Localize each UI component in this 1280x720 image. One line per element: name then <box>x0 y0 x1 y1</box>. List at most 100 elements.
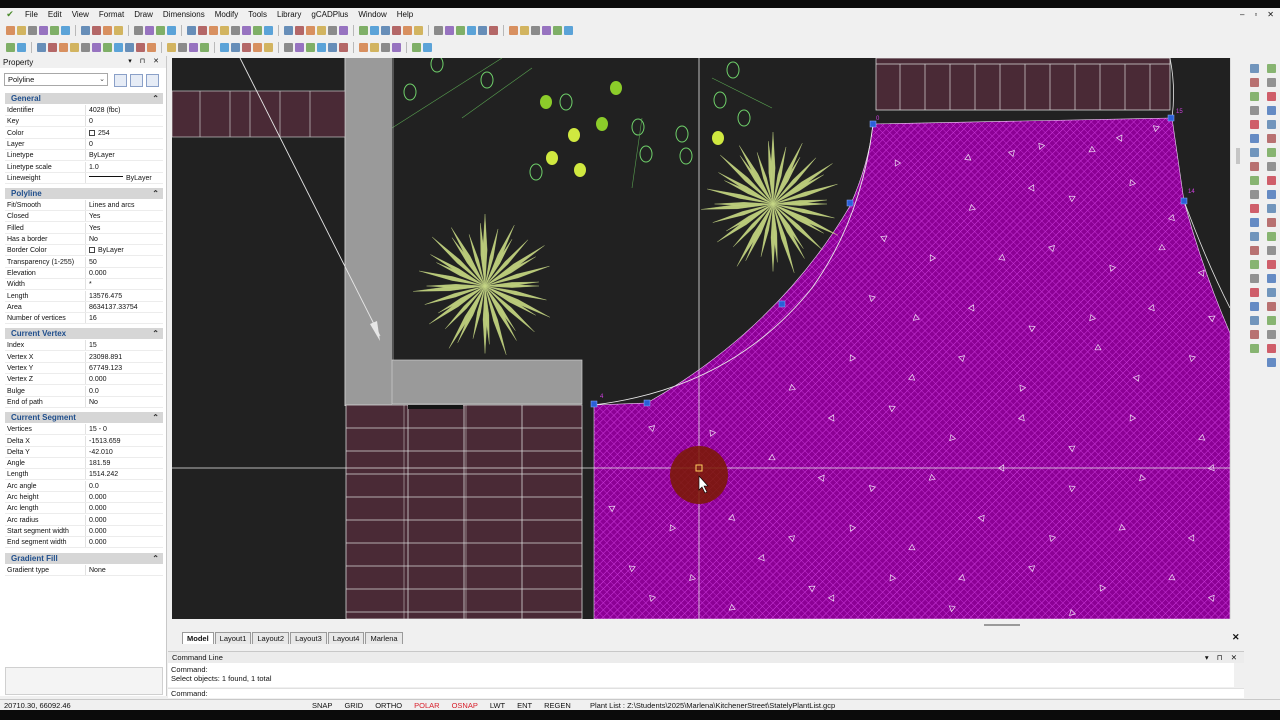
menu-file[interactable]: File <box>20 8 43 21</box>
menu-format[interactable]: Format <box>94 8 129 21</box>
modify-tool-icon[interactable] <box>1267 162 1276 171</box>
draw-tool-icon[interactable] <box>200 42 209 52</box>
close-button[interactable]: ✕ <box>1267 8 1274 21</box>
minimize-button[interactable]: – <box>1240 8 1244 21</box>
tab-layout1[interactable]: Layout1 <box>214 632 252 644</box>
selected-polyline-hatch[interactable] <box>593 117 1230 619</box>
property-section-header[interactable]: Current Vertex ⌃ <box>5 328 163 340</box>
property-row[interactable]: Index 15 <box>5 340 163 352</box>
standard-tool-icon[interactable] <box>531 25 540 35</box>
standard-tool-icon[interactable] <box>489 25 498 35</box>
standard-tool-icon[interactable] <box>445 25 454 35</box>
property-row[interactable]: Arc angle 0.0 <box>5 480 163 492</box>
modify-tool-icon[interactable] <box>1267 344 1276 353</box>
property-row[interactable]: Width * <box>5 279 163 291</box>
menu-dimensions[interactable]: Dimensions <box>158 8 210 21</box>
property-value[interactable]: 0.0 <box>85 385 163 396</box>
property-row[interactable]: End of path No <box>5 396 163 408</box>
property-value[interactable]: -1513.659 <box>85 435 163 446</box>
draw-tool-icon[interactable] <box>317 42 326 52</box>
property-row[interactable]: Start segment width 0.000 <box>5 525 163 537</box>
property-value[interactable]: ByLayer <box>85 245 163 256</box>
property-value[interactable]: 0.000 <box>85 537 163 548</box>
property-row[interactable]: Linetype scale 1.0 <box>5 161 163 173</box>
property-value[interactable]: 1.0 <box>85 161 163 172</box>
standard-tool-icon[interactable] <box>198 25 207 35</box>
draw-tool-icon[interactable] <box>392 42 401 52</box>
menu-library[interactable]: Library <box>272 8 306 21</box>
modify-tool-icon[interactable] <box>1250 274 1259 283</box>
property-row[interactable]: Identifier 4028 (fbc) <box>5 105 163 116</box>
modify-tool-icon[interactable] <box>1267 316 1276 325</box>
property-value[interactable]: 0.000 <box>85 374 163 385</box>
tab-model[interactable]: Model <box>182 632 214 644</box>
modify-tool-icon[interactable] <box>1250 148 1259 157</box>
standard-tool-icon[interactable] <box>564 25 573 35</box>
property-row[interactable]: Vertex Z 0.000 <box>5 374 163 386</box>
property-value[interactable]: Yes <box>85 222 163 233</box>
draw-tool-icon[interactable] <box>264 42 273 52</box>
property-value[interactable]: 0.000 <box>85 492 163 502</box>
property-section-header[interactable]: Current Segment ⌃ <box>5 412 163 424</box>
property-row[interactable]: Arc height 0.000 <box>5 492 163 503</box>
modify-tool-icon[interactable] <box>1267 134 1276 143</box>
close-tab-icon[interactable]: ✕ <box>1232 632 1240 643</box>
draw-tool-icon[interactable] <box>412 42 421 52</box>
standard-tool-icon[interactable] <box>306 25 315 35</box>
standard-tool-icon[interactable] <box>39 25 48 35</box>
collapse-icon[interactable]: ⌃ <box>152 412 159 423</box>
modify-tool-icon[interactable] <box>1267 78 1276 87</box>
modify-tool-icon[interactable] <box>1250 232 1259 241</box>
standard-tool-icon[interactable] <box>114 25 123 35</box>
app-logo-icon[interactable]: ✔ <box>0 9 20 20</box>
property-value[interactable]: -42.010 <box>85 446 163 457</box>
property-row[interactable]: Angle 181.59 <box>5 458 163 470</box>
property-row[interactable]: Arc radius 0.000 <box>5 514 163 526</box>
draw-tool-icon[interactable] <box>147 42 156 52</box>
property-value[interactable]: Lines and arcs <box>85 200 163 211</box>
standard-tool-icon[interactable] <box>370 25 379 35</box>
modify-tool-icon[interactable] <box>1267 64 1276 73</box>
modify-tool-icon[interactable] <box>1267 190 1276 199</box>
menu-window[interactable]: Window <box>353 8 391 21</box>
standard-tool-icon[interactable] <box>414 25 423 35</box>
modify-tool-icon[interactable] <box>1250 218 1259 227</box>
standard-tool-icon[interactable] <box>134 25 143 35</box>
modify-tool-icon[interactable] <box>1267 288 1276 297</box>
standard-tool-icon[interactable] <box>359 25 368 35</box>
property-row[interactable]: Vertex X 23098.891 <box>5 351 163 363</box>
property-value[interactable]: 1514.242 <box>85 469 163 480</box>
standard-tool-icon[interactable] <box>542 25 551 35</box>
draw-tool-icon[interactable] <box>328 42 337 52</box>
property-row[interactable]: Color 254 <box>5 127 163 139</box>
draw-tool-icon[interactable] <box>136 42 145 52</box>
property-section-header[interactable]: General ⌃ <box>5 93 163 104</box>
property-row[interactable]: Vertex Y 67749.123 <box>5 363 163 374</box>
property-value[interactable]: No <box>85 234 163 244</box>
command-input[interactable]: Command: <box>168 688 1244 698</box>
draw-tool-icon[interactable] <box>295 42 304 52</box>
property-row[interactable]: Border Color ByLayer <box>5 245 163 257</box>
modify-tool-icon[interactable] <box>1250 288 1259 297</box>
draw-tool-icon[interactable] <box>423 42 432 52</box>
property-row[interactable]: Gradient type None <box>5 564 163 576</box>
quick-select-icon[interactable] <box>114 74 127 87</box>
panel-controls[interactable]: ▾ ⊓ ✕ <box>128 57 162 65</box>
property-row[interactable]: Length 1514.242 <box>5 469 163 481</box>
menu-draw[interactable]: Draw <box>129 8 158 21</box>
modify-tool-icon[interactable] <box>1267 92 1276 101</box>
horizontal-scrollbar[interactable] <box>172 619 1244 630</box>
property-value[interactable]: ByLayer <box>85 172 163 183</box>
tab-layout4[interactable]: Layout4 <box>327 632 365 644</box>
property-row[interactable]: Lineweight ByLayer <box>5 172 163 184</box>
property-value[interactable]: * <box>85 279 163 290</box>
property-row[interactable]: Elevation 0.000 <box>5 267 163 279</box>
draw-tool-icon[interactable] <box>37 42 46 52</box>
property-value[interactable]: 0.0 <box>85 480 163 491</box>
modify-tool-icon[interactable] <box>1267 176 1276 185</box>
standard-tool-icon[interactable] <box>187 25 196 35</box>
standard-tool-icon[interactable] <box>28 25 37 35</box>
menu-tools[interactable]: Tools <box>243 8 272 21</box>
standard-tool-icon[interactable] <box>403 25 412 35</box>
draw-tool-icon[interactable] <box>253 42 262 52</box>
